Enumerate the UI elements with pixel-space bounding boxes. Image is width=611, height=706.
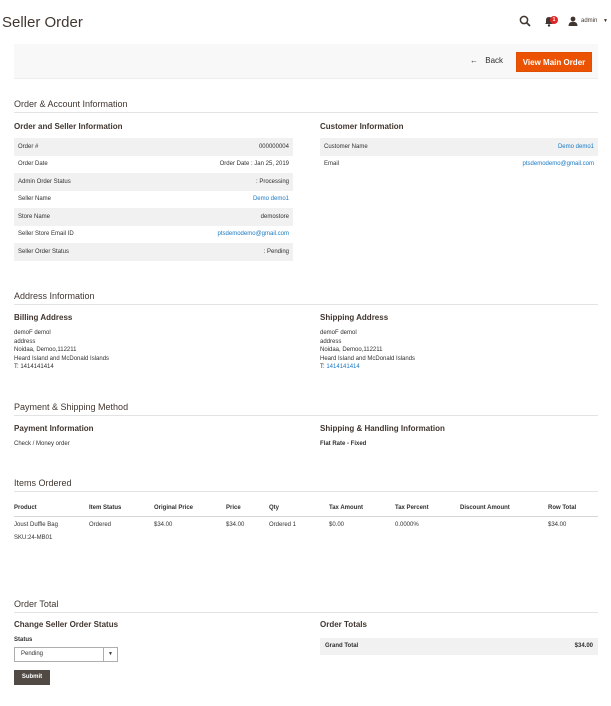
- submit-button[interactable]: Submit: [14, 670, 50, 685]
- grand-total-row: Grand Total $34.00: [320, 638, 598, 655]
- grand-total-label: Grand Total: [325, 643, 359, 649]
- status-select[interactable]: Pending ▼: [14, 647, 118, 662]
- item-tax-percent: 0.0000%: [395, 522, 419, 528]
- item-product: Joust Duffle Bag: [14, 522, 58, 528]
- page-title: Seller Order: [2, 14, 83, 31]
- col-original-price: Original Price: [154, 505, 194, 511]
- admin-order-status-label: Admin Order Status: [14, 173, 139, 191]
- arrow-left-icon: ←: [470, 56, 478, 65]
- item-tax-amount: $0.00: [329, 522, 345, 528]
- customer-email-link[interactable]: ptsdemodemo@gmail.com: [523, 161, 594, 167]
- shipping-line: Noidaa, Demoo,112211: [320, 347, 383, 353]
- grand-total-value: $34.00: [574, 643, 593, 649]
- billing-line: Heard Island and McDonald Islands: [14, 355, 110, 362]
- back-button-label: Back: [485, 56, 504, 65]
- table-row: Store Name demostore: [14, 208, 293, 226]
- customer-name-link[interactable]: Demo demo1: [558, 144, 594, 150]
- items-table-header: Product Item Status Original Price Price…: [14, 500, 598, 517]
- col-row-total: Row Total: [548, 505, 577, 511]
- col-item-status: Item Status: [89, 505, 122, 511]
- items-section-title: Items Ordered: [14, 478, 598, 492]
- col-tax-amount: Tax Amount: [329, 505, 363, 511]
- billing-line: Noidaa, Demoo,112211: [14, 347, 77, 353]
- status-label: Status: [14, 637, 33, 643]
- page-actions-bar: [14, 44, 598, 79]
- order-number-value: 000000004: [138, 138, 293, 156]
- customer-email-label: Email: [324, 161, 340, 168]
- billing-line: address: [14, 338, 36, 345]
- item-price: $34.00: [226, 522, 245, 528]
- order-date-label: Order Date: [18, 161, 48, 168]
- col-price: Price: [226, 505, 241, 511]
- chevron-down-icon[interactable]: ▼: [603, 18, 608, 24]
- view-main-order-button[interactable]: View Main Order: [516, 52, 592, 72]
- admin-user-menu[interactable]: admin: [581, 18, 597, 24]
- shipping-method: Flat Rate - Fixed: [320, 441, 367, 447]
- status-select-value: Pending: [21, 651, 44, 657]
- shipping-address-title: Shipping Address: [320, 313, 389, 322]
- shipping-handling-title: Shipping & Handling Information: [320, 424, 445, 433]
- admin-order-status-value: : Processing: [138, 173, 293, 191]
- table-row: Seller Name Demo demo1: [14, 191, 293, 209]
- seller-name-label: Seller Name: [18, 196, 52, 203]
- chevron-down-icon: ▼: [103, 648, 117, 661]
- table-row: Seller Order Status : Pending: [14, 243, 293, 261]
- table-row: Seller Store Email ID ptsdemodemo@gmail.…: [14, 226, 293, 244]
- table-row: Order Date Order Date : Jan 25, 2019: [14, 156, 293, 174]
- customer-name-label: Customer Name: [320, 138, 430, 156]
- order-date-value: Order Date : Jan 25, 2019: [219, 161, 289, 168]
- payment-section-title: Payment & Shipping Method: [14, 402, 598, 416]
- item-row-total: $34.00: [548, 522, 567, 528]
- address-section-title: Address Information: [14, 291, 598, 305]
- order-totals-title: Order Totals: [320, 620, 367, 629]
- notification-badge: 1: [550, 16, 558, 24]
- order-account-section-title: Order & Account Information: [14, 99, 598, 113]
- seller-name-link[interactable]: Demo demo1: [253, 196, 289, 202]
- store-name-label: Store Name: [14, 208, 139, 226]
- billing-address: demoF demol address Noidaa, Demoo,112211…: [14, 329, 109, 372]
- customer-info-title: Customer Information: [320, 122, 404, 131]
- change-status-title: Change Seller Order Status: [14, 620, 119, 629]
- item-original-price: $34.00: [154, 522, 173, 528]
- shipping-line: demoF demol: [320, 330, 357, 336]
- order-seller-info-table: Order # 000000004 Order Date Order Date …: [14, 138, 293, 261]
- col-tax-percent: Tax Percent: [395, 505, 429, 511]
- payment-info-title: Payment Information: [14, 424, 94, 433]
- billing-phone: T: 1414141414: [14, 364, 54, 370]
- customer-info-table: Customer Name Demo demo1 Email ptsdemode…: [320, 138, 598, 173]
- shipping-line: Heard Island and McDonald Islands: [320, 355, 416, 362]
- col-discount-amount: Discount Amount: [460, 505, 510, 511]
- item-sku: SKU:24-MB01: [14, 535, 53, 541]
- seller-order-status-label: Seller Order Status: [14, 243, 139, 261]
- order-seller-info-title: Order and Seller Information: [14, 122, 123, 131]
- shipping-line: address: [320, 338, 342, 345]
- order-total-section-title: Order Total: [14, 599, 598, 613]
- store-name-value: demostore: [138, 208, 293, 226]
- item-qty: Ordered 1: [269, 522, 297, 528]
- order-number-label: Order #: [14, 138, 139, 156]
- col-product: Product: [14, 505, 37, 511]
- item-status: Ordered: [89, 522, 112, 528]
- billing-line: demoF demol: [14, 330, 51, 336]
- table-row: Customer Name Demo demo1: [320, 138, 598, 156]
- payment-method: Check / Money order: [14, 441, 70, 447]
- user-icon[interactable]: [568, 16, 578, 26]
- shipping-phone: T: 1414141414: [320, 363, 415, 372]
- seller-email-link[interactable]: ptsdemodemo@gmail.com: [218, 231, 289, 237]
- col-qty: Qty: [269, 505, 280, 511]
- table-row: Admin Order Status : Processing: [14, 173, 293, 191]
- search-icon[interactable]: [519, 15, 531, 27]
- shipping-phone-link[interactable]: 1414141414: [326, 364, 359, 370]
- seller-order-status-value: : Pending: [138, 243, 293, 261]
- billing-address-title: Billing Address: [14, 313, 73, 322]
- table-row: Joust Duffle Bag SKU:24-MB01 Ordered $34…: [14, 517, 598, 547]
- table-row: Email ptsdemodemo@gmail.com: [320, 156, 598, 174]
- table-row: Order # 000000004: [14, 138, 293, 156]
- back-button[interactable]: ← Back: [470, 56, 503, 65]
- seller-email-label: Seller Store Email ID: [18, 231, 74, 238]
- shipping-address: demoF demol address Noidaa, Demoo,112211…: [320, 329, 415, 372]
